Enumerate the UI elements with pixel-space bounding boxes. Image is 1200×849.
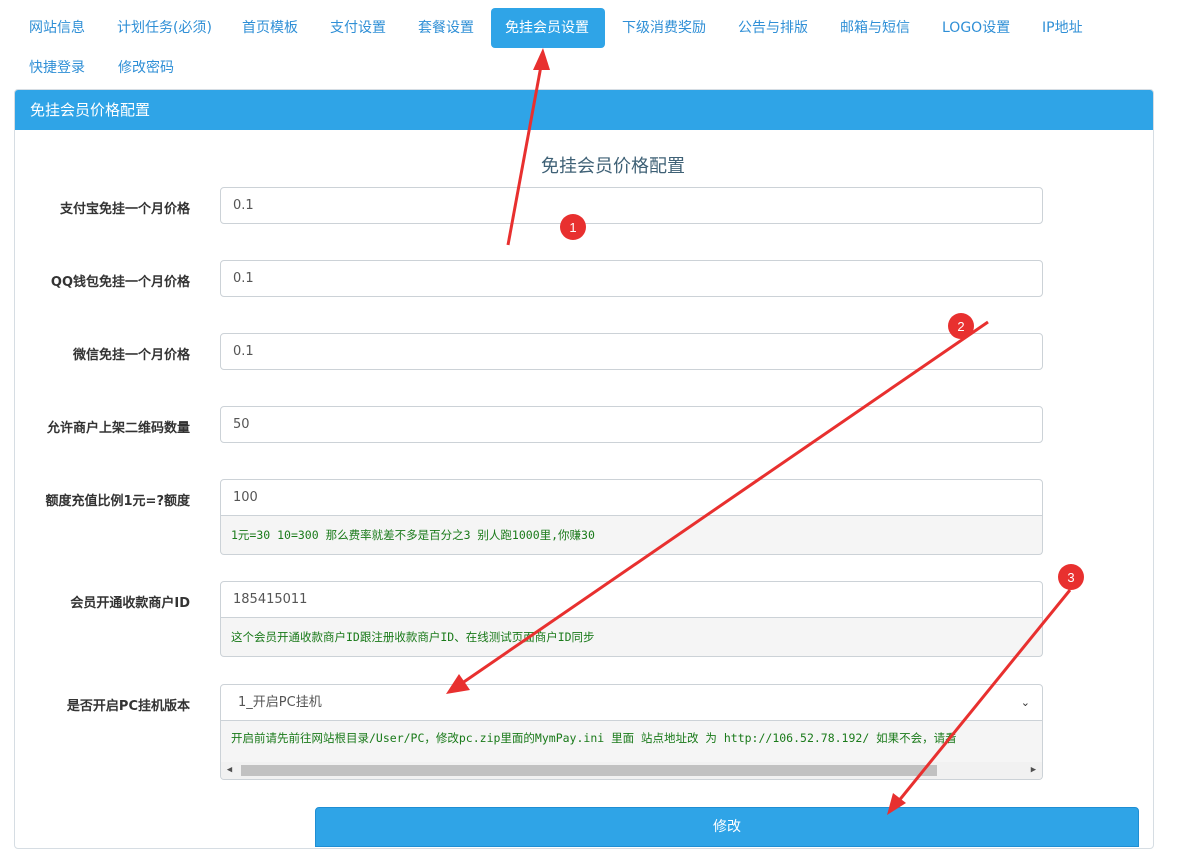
tab-email-sms[interactable]: 邮箱与短信 xyxy=(826,8,924,48)
pc-version-hint: 开启前请先前往网站根目录/User/PC，修改pc.zip里面的MymPay.i… xyxy=(220,721,1043,780)
form-title: 免挂会员价格配置 xyxy=(15,152,1153,178)
pc-version-label: 是否开启PC挂机版本 xyxy=(66,699,190,714)
qrcode-limit-input[interactable]: 50 xyxy=(220,406,1043,443)
tab-scheduled-tasks[interactable]: 计划任务(必须) xyxy=(103,8,226,48)
recharge-ratio-hint: 1元=30 10=300 那么费率就差不多是百分之3 别人跑1000里,你赚30 xyxy=(220,516,1043,555)
merchant-id-input[interactable]: 185415011 xyxy=(220,581,1043,618)
scroll-left-icon[interactable]: ◀ xyxy=(221,762,238,779)
pc-version-select[interactable]: 1_开启PC挂机 ⌄ xyxy=(220,684,1043,721)
scroll-thumb[interactable] xyxy=(241,765,937,776)
tab-package-settings[interactable]: 套餐设置 xyxy=(404,8,488,48)
wechat-price-input[interactable]: 0.1 xyxy=(220,333,1043,370)
tab-homepage-template[interactable]: 首页模板 xyxy=(228,8,312,48)
pc-version-hint-text: 开启前请先前往网站根目录/User/PC，修改pc.zip里面的MymPay.i… xyxy=(231,731,957,745)
tab-site-info[interactable]: 网站信息 xyxy=(15,8,99,48)
tab-announcements[interactable]: 公告与排版 xyxy=(724,8,822,48)
tab-payment-settings[interactable]: 支付设置 xyxy=(316,8,400,48)
tab-referral-rewards[interactable]: 下级消费奖励 xyxy=(608,8,720,48)
panel-heading: 免挂会员价格配置 xyxy=(15,90,1153,130)
alipay-price-label: 支付宝免挂一个月价格 xyxy=(59,202,190,217)
recharge-ratio-input[interactable]: 100 xyxy=(220,479,1043,516)
scroll-right-icon[interactable]: ▶ xyxy=(1025,762,1042,779)
tab-ip-address[interactable]: IP地址 xyxy=(1028,8,1097,48)
member-price-panel: 免挂会员价格配置 免挂会员价格配置 支付宝免挂一个月价格 0.1 QQ钱包免挂一… xyxy=(14,89,1154,849)
wechat-price-label: 微信免挂一个月价格 xyxy=(72,348,190,363)
qq-wallet-price-input[interactable]: 0.1 xyxy=(220,260,1043,297)
merchant-id-label: 会员开通收款商户ID xyxy=(70,596,190,611)
tab-quick-login[interactable]: 快捷登录 xyxy=(15,48,99,88)
form-title-text: 免挂会员价格配置 xyxy=(541,156,685,177)
qrcode-limit-label: 允许商户上架二维码数量 xyxy=(46,421,190,436)
chevron-down-icon: ⌄ xyxy=(1020,696,1030,709)
recharge-ratio-label: 额度充值比例1元=?额度 xyxy=(45,494,190,509)
merchant-id-hint: 这个会员开通收款商户ID跟注册收款商户ID、在线测试页面商户ID同步 xyxy=(220,618,1043,657)
qq-wallet-price-label: QQ钱包免挂一个月价格 xyxy=(50,275,190,290)
horizontal-scrollbar[interactable]: ◀ ▶ xyxy=(221,762,1042,779)
submit-button[interactable]: 修改 xyxy=(315,807,1139,847)
tab-logo-settings[interactable]: LOGO设置 xyxy=(928,8,1024,48)
tab-change-password[interactable]: 修改密码 xyxy=(104,48,188,88)
alipay-price-input[interactable]: 0.1 xyxy=(220,187,1043,224)
tab-member-settings[interactable]: 免挂会员设置 xyxy=(491,8,605,48)
pc-version-selected: 1_开启PC挂机 xyxy=(238,695,322,710)
